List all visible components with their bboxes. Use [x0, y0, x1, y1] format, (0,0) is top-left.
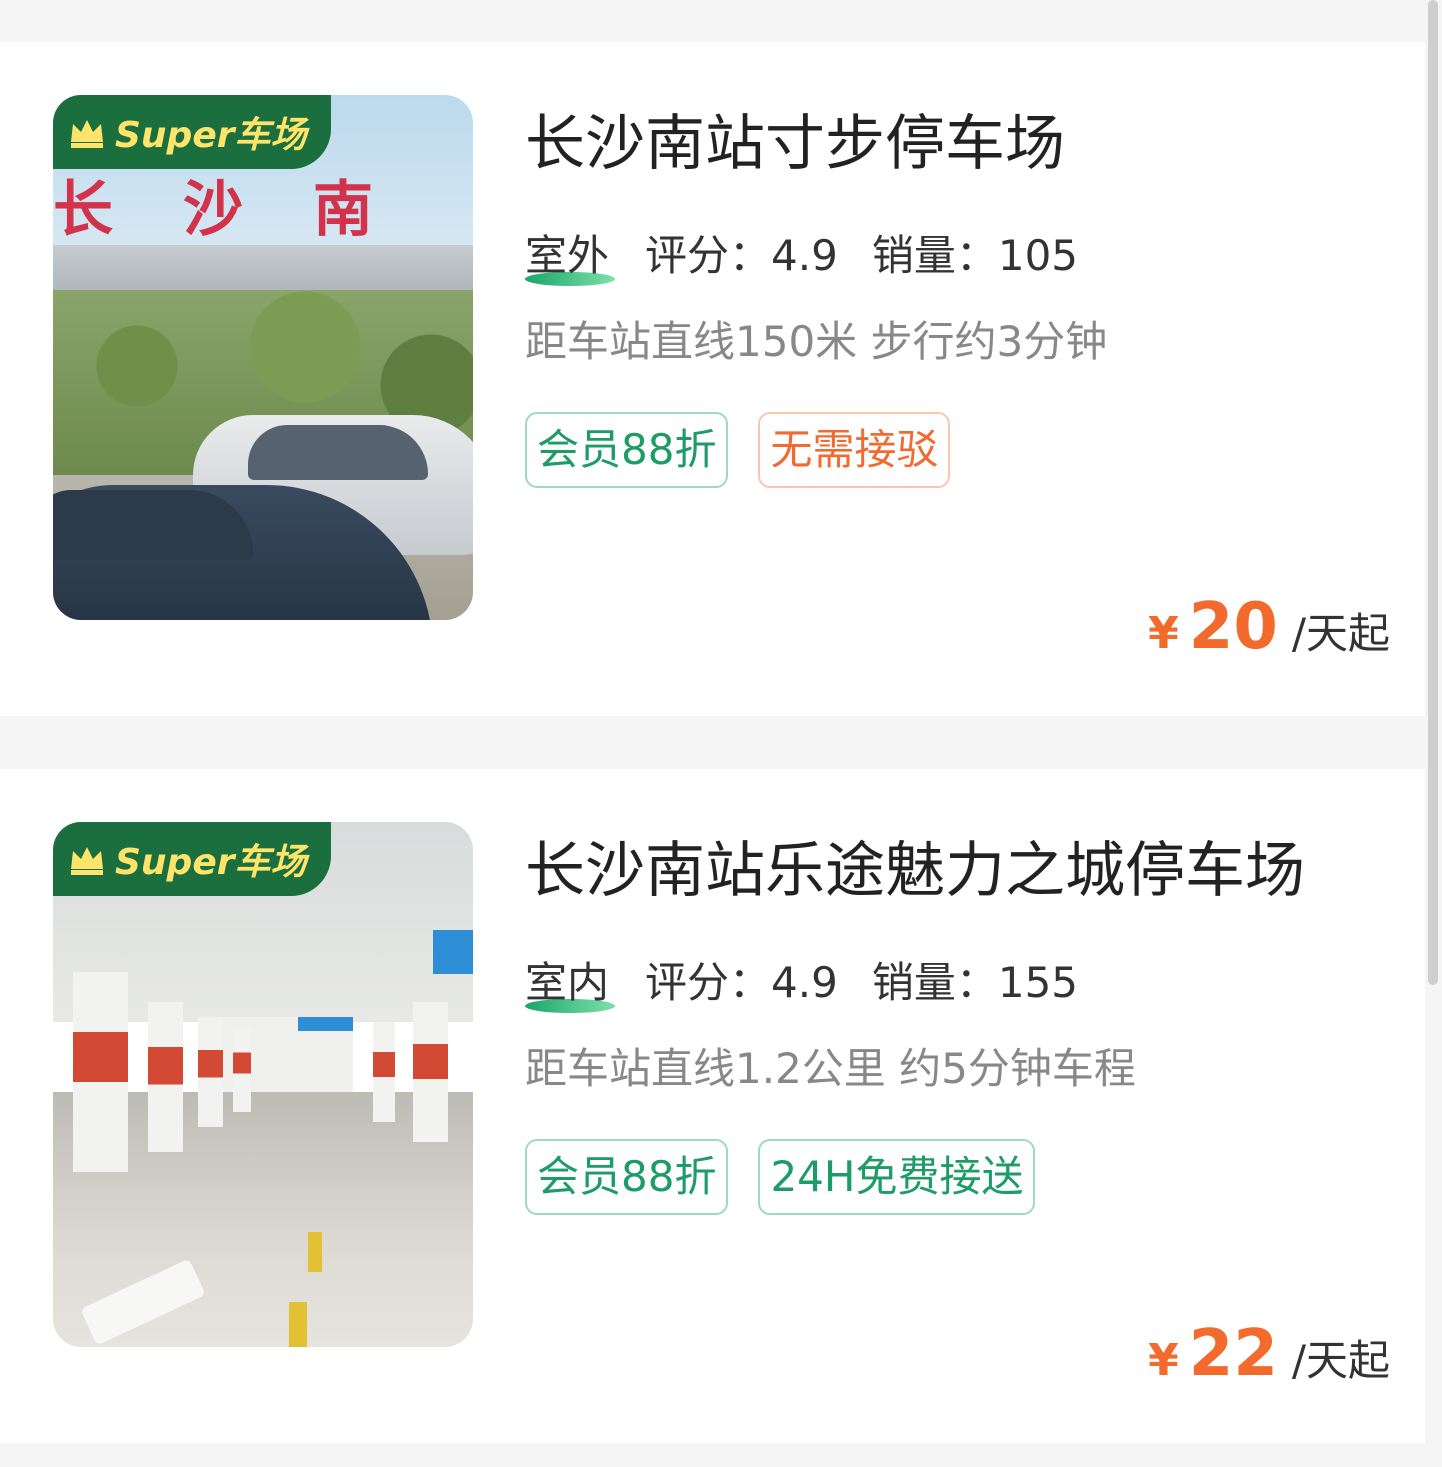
price-amount: 20 [1188, 590, 1278, 664]
tag-no-shuttle: 无需接驳 [758, 412, 951, 488]
parking-card[interactable]: 长沙南 Super车场 长沙南站寸步停车场 室外 评分：4.9 销量：105 距… [0, 42, 1425, 716]
parking-meta: 室内 评分：4.9 销量：155 [525, 955, 1079, 1013]
feature-tags: 会员88折 24H免费接送 [525, 1139, 1065, 1215]
price: ¥ 20 /天起 [1148, 590, 1390, 664]
price: ¥ 22 /天起 [1148, 1317, 1390, 1391]
distance-text: 距车站直线1.2公里 约5分钟车程 [525, 1044, 1136, 1093]
tag-free-shuttle: 24H免费接送 [758, 1139, 1036, 1215]
crown-icon [71, 847, 103, 875]
parking-card[interactable]: Super车场 长沙南站乐途魅力之城停车场 室内 评分：4.9 销量：155 距… [0, 769, 1425, 1443]
parking-name: 长沙南站乐途魅力之城停车场 [525, 836, 1305, 906]
station-sign-text: 长沙南 [53, 175, 443, 245]
parking-type: 室内 [525, 955, 615, 1013]
price-unit: /天起 [1291, 1336, 1390, 1385]
outdoor-parking-image: 长沙南 [53, 95, 473, 620]
rating: 评分：4.9 [645, 958, 838, 1007]
badge-label: Super车场 [115, 842, 307, 883]
currency-symbol: ¥ [1148, 1335, 1179, 1386]
parking-type: 室外 [525, 228, 615, 286]
parking-photo: Super车场 [53, 822, 473, 1347]
price-amount: 22 [1188, 1317, 1278, 1391]
super-parking-badge: Super车场 [53, 95, 331, 169]
badge-label: Super车场 [115, 115, 307, 156]
parking-name: 长沙南站寸步停车场 [525, 109, 1065, 179]
super-parking-badge: Super车场 [53, 822, 331, 896]
tag-member-discount: 会员88折 [525, 412, 729, 488]
parking-photo: 长沙南 Super车场 [53, 95, 473, 620]
scrollbar[interactable] [1428, 0, 1438, 985]
distance-text: 距车站直线150米 步行约3分钟 [525, 317, 1108, 366]
price-unit: /天起 [1291, 609, 1390, 658]
sales-count: 销量：105 [871, 231, 1079, 280]
feature-tags: 会员88折 无需接驳 [525, 412, 980, 488]
indoor-parking-image [53, 822, 473, 1347]
rating: 评分：4.9 [645, 231, 838, 280]
tag-member-discount: 会员88折 [525, 1139, 729, 1215]
parking-meta: 室外 评分：4.9 销量：105 [525, 228, 1079, 286]
currency-symbol: ¥ [1148, 608, 1179, 659]
sales-count: 销量：155 [871, 958, 1079, 1007]
crown-icon [71, 120, 103, 148]
parking-list-page: 长沙南 Super车场 长沙南站寸步停车场 室外 评分：4.9 销量：105 距… [0, 0, 1442, 1467]
